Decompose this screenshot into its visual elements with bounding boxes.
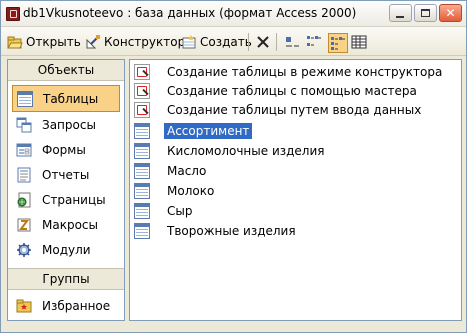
list-item-label: Творожные изделия	[167, 223, 296, 238]
database-window: db1Vkusnoteevo : база данных (формат Acc…	[0, 0, 467, 333]
design-label: Конструктор	[104, 35, 186, 49]
access-db-icon	[6, 7, 20, 21]
list-view-button[interactable]	[328, 33, 348, 53]
maximize-button[interactable]	[414, 4, 437, 22]
small-icons-button[interactable]	[306, 33, 325, 51]
delete-icon	[255, 34, 271, 50]
table-icon	[134, 182, 150, 199]
design-button[interactable]: Конструктор	[85, 33, 185, 51]
object-list: Создание таблицы в режиме конструктора С…	[129, 59, 462, 321]
list-item-label: Создание таблицы путем ввода данных	[167, 102, 422, 117]
sidebar-item-queries[interactable]: Запросы	[8, 112, 124, 137]
maximize-icon	[421, 9, 430, 17]
wizard-icon	[134, 82, 150, 99]
design-icon	[85, 34, 101, 50]
page-icon	[16, 192, 32, 208]
sidebar-item-label: Таблицы	[43, 91, 99, 106]
groups-header[interactable]: Группы	[8, 268, 124, 290]
list-item[interactable]: Творожные изделия	[134, 221, 299, 240]
list-item-label: Кисломолочные изделия	[167, 143, 325, 158]
table-icon	[134, 222, 150, 239]
macro-icon	[16, 217, 32, 233]
list-item[interactable]: Создание таблицы путем ввода данных	[134, 100, 424, 119]
list-item-label: Сыр	[167, 203, 193, 218]
new-button[interactable]: Создать	[181, 33, 252, 51]
list-item[interactable]: Сыр	[134, 201, 195, 220]
list-view-icon	[330, 35, 346, 51]
form-icon	[16, 142, 32, 158]
minimize-button[interactable]	[389, 4, 412, 22]
new-label: Создать	[200, 35, 252, 49]
toolbar-separator	[248, 33, 249, 51]
list-item-label: Молоко	[167, 183, 215, 198]
details-view-button[interactable]	[351, 33, 370, 51]
close-icon: ✕	[445, 6, 456, 20]
wizard-icon	[134, 101, 150, 118]
sidebar-item-pages[interactable]: Страницы	[8, 187, 124, 212]
table-icon	[134, 122, 150, 139]
list-item[interactable]: Молоко	[134, 181, 217, 200]
list-item[interactable]: Создание таблицы с помощью мастера	[134, 81, 420, 100]
list-item-label: Создание таблицы с помощью мастера	[167, 83, 417, 98]
list-item[interactable]: Масло	[134, 161, 209, 180]
sidebar-item-macros[interactable]: Макросы	[8, 212, 124, 237]
small-icons-icon	[306, 34, 322, 50]
minimize-icon	[396, 16, 404, 18]
list-item[interactable]: Кисломолочные изделия	[134, 141, 328, 160]
sidebar-item-label: Макросы	[42, 217, 98, 232]
query-icon	[16, 117, 32, 133]
list-item-label: Масло	[167, 163, 207, 178]
new-icon	[181, 34, 197, 50]
list-item-label: Создание таблицы в режиме конструктора	[167, 64, 443, 79]
table-icon	[134, 142, 150, 159]
delete-button[interactable]	[255, 33, 274, 51]
list-item[interactable]: Ассортимент	[134, 121, 253, 140]
list-item[interactable]: Создание таблицы в режиме конструктора	[134, 62, 445, 81]
favorites-icon	[16, 298, 32, 314]
table-icon	[134, 162, 150, 179]
sidebar-item-label: Формы	[42, 142, 86, 157]
table-icon	[134, 202, 150, 219]
toolbar: Открыть Конструктор Создать	[1, 27, 466, 56]
sidebar-item-modules[interactable]: Модули	[8, 237, 124, 262]
sidebar-item-forms[interactable]: Формы	[8, 137, 124, 162]
wizard-icon	[134, 63, 150, 80]
sidebar-item-reports[interactable]: Отчеты	[8, 162, 124, 187]
sidebar-item-favorites[interactable]: Избранное	[8, 293, 124, 318]
sidebar-item-label: Модули	[42, 242, 91, 257]
toolbar-separator	[276, 33, 277, 51]
details-view-icon	[351, 34, 367, 50]
window-title: db1Vkusnoteevo : база данных (формат Acc…	[23, 6, 357, 20]
large-icons-button[interactable]	[284, 33, 303, 51]
open-icon	[7, 34, 23, 50]
table-icon	[17, 90, 33, 107]
sidebar-item-label: Страницы	[42, 192, 106, 207]
objects-header[interactable]: Объекты	[8, 60, 124, 81]
title-bar[interactable]: db1Vkusnoteevo : база данных (формат Acc…	[1, 1, 466, 27]
close-button[interactable]: ✕	[439, 4, 462, 22]
sidebar-item-tables[interactable]: Таблицы	[12, 85, 120, 112]
objects-bar: Объекты Таблицы Запросы Формы Отчеты Стр…	[7, 59, 125, 321]
sidebar-item-label: Запросы	[42, 117, 96, 132]
sidebar-item-label: Отчеты	[42, 167, 90, 182]
report-icon	[16, 167, 32, 183]
open-label: Открыть	[26, 35, 81, 49]
module-icon	[16, 242, 32, 258]
open-button[interactable]: Открыть	[7, 33, 81, 51]
sidebar-item-label: Избранное	[42, 298, 111, 313]
list-item-label: Ассортимент	[164, 122, 253, 139]
large-icons-icon	[284, 34, 300, 50]
